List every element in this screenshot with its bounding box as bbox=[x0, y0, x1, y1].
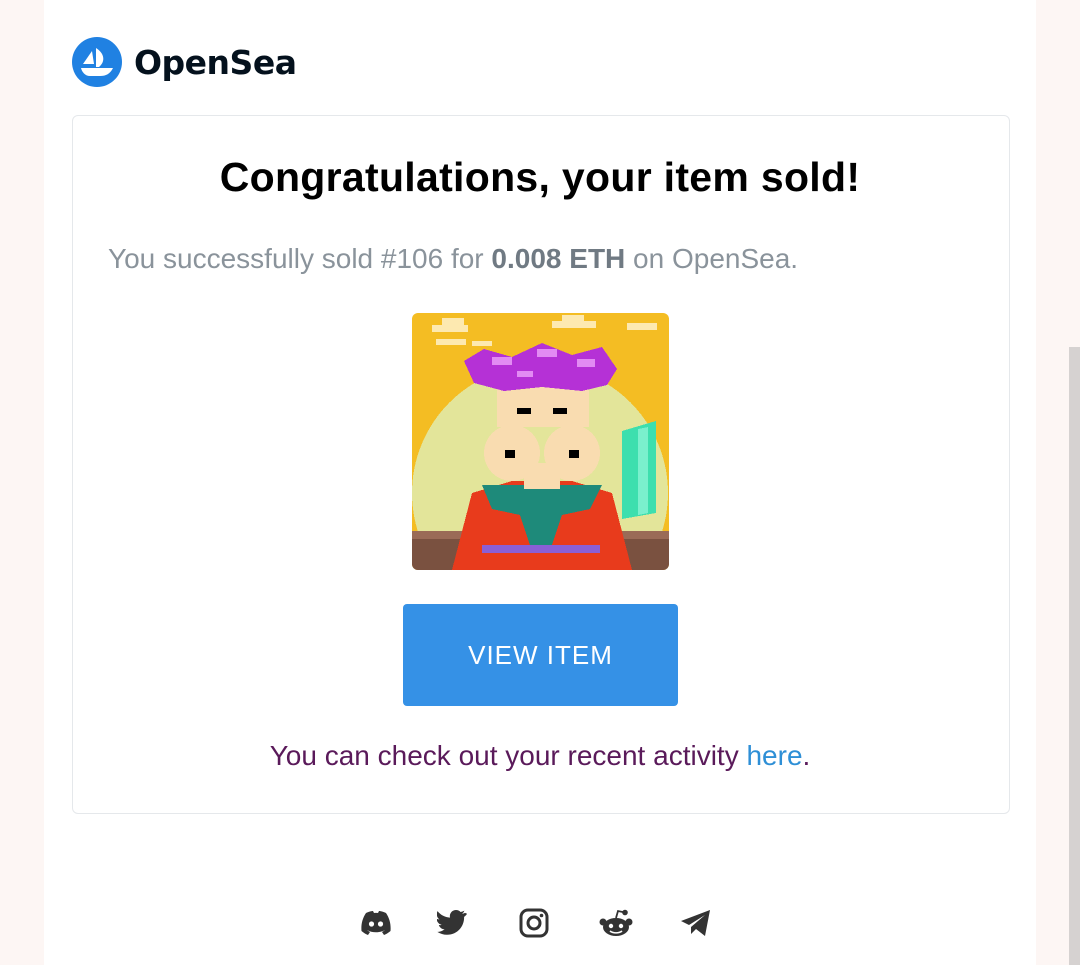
opensea-logo[interactable]: OpenSea bbox=[72, 36, 297, 88]
page-title: Congratulations, your item sold! bbox=[219, 154, 861, 200]
sale-summary-suffix: on OpenSea. bbox=[625, 243, 799, 274]
recent-activity-note: You can check out your recent activity h… bbox=[0, 740, 1080, 772]
twitter-icon[interactable] bbox=[434, 905, 470, 941]
activity-text: You can check out your recent activity bbox=[269, 740, 747, 771]
telegram-icon[interactable] bbox=[678, 905, 714, 941]
brand-name: OpenSea bbox=[134, 42, 297, 82]
sale-price: 0.008 ETH bbox=[491, 243, 626, 274]
view-item-button[interactable]: VIEW ITEM bbox=[403, 604, 678, 706]
sale-summary: You successfully sold #106 for 0.008 ETH… bbox=[108, 243, 798, 275]
instagram-icon[interactable] bbox=[516, 905, 552, 941]
discord-icon[interactable] bbox=[358, 905, 394, 941]
scrollbar[interactable] bbox=[1069, 347, 1080, 965]
social-links bbox=[0, 905, 1080, 943]
reddit-icon[interactable] bbox=[598, 905, 634, 941]
activity-period: . bbox=[802, 740, 811, 771]
nft-image[interactable] bbox=[412, 313, 669, 570]
opensea-ship-icon bbox=[72, 37, 122, 87]
sale-summary-prefix: You successfully sold #106 for bbox=[108, 243, 492, 274]
activity-here-link[interactable]: here bbox=[746, 740, 802, 771]
